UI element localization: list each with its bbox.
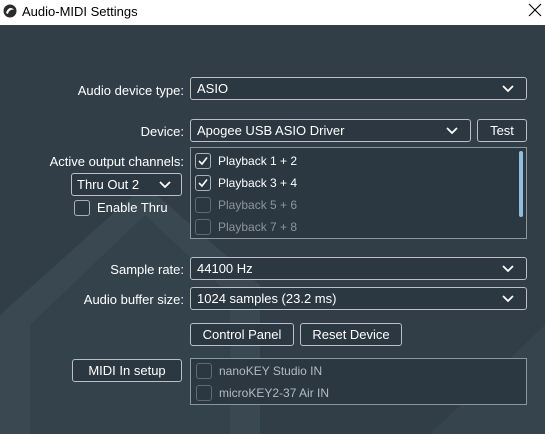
sample-rate-label: Sample rate: [110,262,184,277]
checkbox[interactable] [196,385,212,401]
enable-thru-toggle[interactable]: Enable Thru [74,199,184,217]
chevron-down-icon [502,295,514,303]
sample-rate-value: 44100 Hz [197,261,253,276]
sample-rate-select[interactable]: 44100 Hz [190,257,527,280]
reset-device-button[interactable]: Reset Device [300,323,402,346]
test-button[interactable]: Test [477,119,527,142]
settings-panel: Audio device type: ASIO Device: Apogee U… [0,25,545,434]
device-select[interactable]: Apogee USB ASIO Driver [190,119,471,142]
chevron-down-icon [502,265,514,273]
checkmark-icon [198,179,208,188]
audio-buffer-size-select[interactable]: 1024 samples (23.2 ms) [190,287,527,310]
chevron-down-icon [159,181,171,189]
channel-label: Playback 1 + 2 [218,154,298,168]
device-label: Device: [140,124,184,139]
device-value: Apogee USB ASIO Driver [197,123,345,138]
checkbox[interactable] [195,219,211,235]
output-channels-list: Playback 1 + 2 Playback 3 + 4 Playback 5… [190,147,527,239]
checkbox[interactable] [195,153,211,169]
audio-device-type-value: ASIO [197,81,229,96]
checkmark-icon [198,157,208,166]
checkbox[interactable] [196,363,212,379]
chevron-down-icon [446,127,458,135]
midi-inputs-list: nanoKEY Studio IN microKEY2-37 Air IN [190,358,527,405]
audio-buffer-size-label: Audio buffer size: [83,292,184,307]
close-icon[interactable] [525,1,545,21]
active-output-channels-label: Active output channels: [49,154,184,169]
midi-in-setup-button[interactable]: MIDI In setup [72,359,182,382]
checkbox[interactable] [195,175,211,191]
checkbox[interactable] [195,197,211,213]
chevron-down-icon [502,85,514,93]
enable-thru-label: Enable Thru [97,200,168,215]
thru-out-value: Thru Out 2 [77,177,140,192]
audio-buffer-size-value: 1024 samples (23.2 ms) [197,291,337,306]
control-panel-button[interactable]: Control Panel [190,323,294,346]
midi-input-label: nanoKEY Studio IN [219,364,323,378]
channel-label: Playback 7 + 8 [218,220,298,234]
channel-label: Playback 3 + 4 [218,176,298,190]
channel-label: Playback 5 + 6 [218,198,298,212]
checkbox[interactable] [74,200,90,216]
thru-out-select[interactable]: Thru Out 2 [71,173,182,196]
title-bar: Audio-MIDI Settings [0,0,545,25]
window-title: Audio-MIDI Settings [22,4,138,19]
audio-device-type-select[interactable]: ASIO [190,77,527,100]
app-logo-icon [3,4,17,18]
scrollbar-thumb[interactable] [519,151,523,217]
midi-input-label: microKEY2-37 Air IN [219,386,330,400]
audio-device-type-label: Audio device type: [77,83,184,98]
